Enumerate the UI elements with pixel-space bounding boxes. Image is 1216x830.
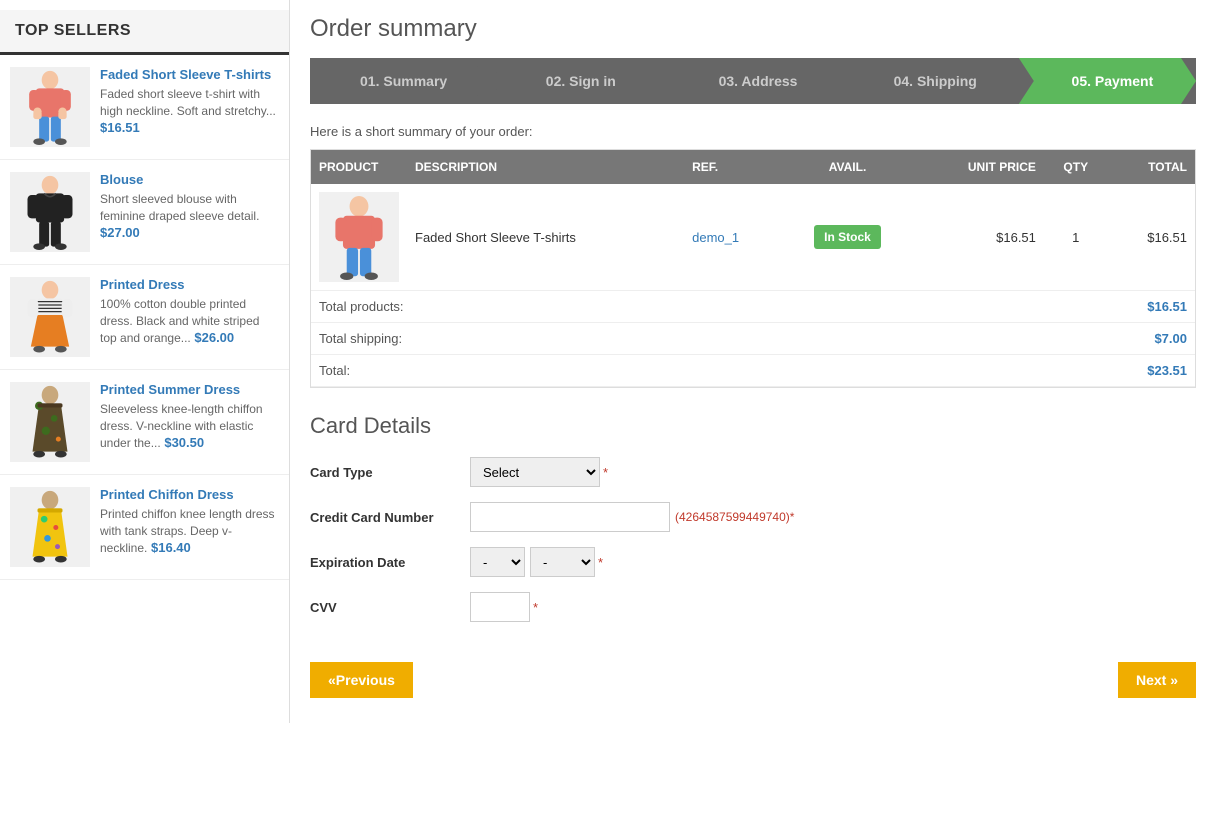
step-shipping-label: 04. Shipping [894, 73, 977, 89]
sidebar-item-info-chiffon-dress: Printed Chiffon Dress Printed chiffon kn… [100, 487, 279, 556]
sidebar-item-price-summer-dress: $30.50 [164, 435, 204, 450]
sidebar-item-printed-chiffon-dress[interactable]: Printed Chiffon Dress Printed chiffon kn… [0, 475, 289, 580]
col-total: TOTAL [1108, 150, 1195, 184]
exp-year-select[interactable]: - 2024 2025 2026 [530, 547, 595, 577]
expiration-row: Expiration Date - 01 02 03 12 - 2024 202… [310, 547, 1196, 577]
step-summary[interactable]: 01. Summary [310, 58, 487, 104]
card-type-label: Card Type [310, 465, 470, 480]
sidebar-item-desc-faded: Faded short sleeve t-shirt with high nec… [100, 87, 276, 118]
product-availability: In Stock [783, 184, 913, 291]
sidebar-item-faded-short-sleeve[interactable]: Faded Short Sleeve T-shirts Faded short … [0, 55, 289, 160]
product-ref[interactable]: demo_1 [684, 184, 783, 291]
product-unit-price: $16.51 [912, 184, 1044, 291]
sidebar-item-price-printed-dress: $26.00 [194, 330, 234, 345]
sidebar-item-price-blouse: $27.00 [100, 225, 140, 240]
sidebar-item-desc-blouse: Short sleeved blouse with feminine drape… [100, 192, 259, 223]
sidebar-item-name-chiffon-dress[interactable]: Printed Chiffon Dress [100, 487, 279, 502]
sidebar-item-name-summer-dress[interactable]: Printed Summer Dress [100, 382, 279, 397]
order-intro: Here is a short summary of your order: [310, 124, 1196, 139]
total-products-label: Total products: [311, 291, 880, 323]
total-shipping-label: Total shipping: [311, 323, 880, 355]
card-type-row: Card Type Select Visa Mastercard Amex * [310, 457, 1196, 487]
cvv-required: * [533, 600, 538, 615]
col-product: PRODUCT [311, 150, 407, 184]
exp-month-select[interactable]: - 01 02 03 12 [470, 547, 525, 577]
totals-table: Total products: $16.51 Total shipping: $… [311, 291, 1195, 387]
nav-buttons: «Previous Next » [310, 652, 1196, 708]
page-title: Order summary [310, 15, 1196, 43]
product-image-printed-dress [10, 277, 90, 357]
product-image-cell [311, 184, 407, 291]
sidebar-item-printed-summer-dress[interactable]: Printed Summer Dress Sleeveless knee-len… [0, 370, 289, 475]
step-shipping[interactable]: 04. Shipping [842, 58, 1019, 104]
product-image-summer-dress [10, 382, 90, 462]
step-sign-in-label: 02. Sign in [546, 73, 616, 89]
sidebar: TOP SELLERS Faded Short Sleeve T-shirts … [0, 0, 290, 723]
sidebar-item-blouse[interactable]: Blouse Short sleeved blouse with feminin… [0, 160, 289, 265]
col-description: DESCRIPTION [407, 150, 684, 184]
expiration-selects: - 01 02 03 12 - 2024 2025 2026 [470, 547, 595, 577]
total-row: Total: $23.51 [311, 355, 1195, 387]
credit-card-hint: (4264587599449740)* [675, 510, 794, 524]
checkout-steps: 01. Summary 02. Sign in 03. Address 04. … [310, 58, 1196, 104]
total-value: $23.51 [880, 355, 1195, 387]
card-details-title: Card Details [310, 413, 1196, 439]
credit-card-label: Credit Card Number [310, 510, 470, 525]
sidebar-item-price-faded: $16.51 [100, 120, 140, 135]
credit-card-input[interactable] [470, 502, 670, 532]
cvv-label: CVV [310, 600, 470, 615]
sidebar-item-name-blouse[interactable]: Blouse [100, 172, 279, 187]
expiration-required: * [598, 555, 603, 570]
order-table-wrapper: PRODUCT DESCRIPTION REF. AVAIL. UNIT PRI… [310, 149, 1196, 388]
main-content: Order summary 01. Summary 02. Sign in 03… [290, 0, 1216, 723]
col-avail: AVAIL. [783, 150, 913, 184]
step-payment-label: 05. Payment [1072, 73, 1154, 89]
sidebar-item-info-summer-dress: Printed Summer Dress Sleeveless knee-len… [100, 382, 279, 451]
expiration-label: Expiration Date [310, 555, 470, 570]
product-thumb [319, 192, 399, 282]
sidebar-item-price-chiffon-dress: $16.40 [151, 540, 191, 555]
step-address-label: 03. Address [719, 73, 798, 89]
sidebar-item-info-faded: Faded Short Sleeve T-shirts Faded short … [100, 67, 279, 135]
total-shipping-row: Total shipping: $7.00 [311, 323, 1195, 355]
sidebar-item-info-blouse: Blouse Short sleeved blouse with feminin… [100, 172, 279, 240]
ref-link[interactable]: demo_1 [692, 230, 739, 245]
cvv-row: CVV * [310, 592, 1196, 622]
col-ref: REF. [684, 150, 783, 184]
step-address[interactable]: 03. Address [664, 58, 841, 104]
step-sign-in[interactable]: 02. Sign in [487, 58, 664, 104]
product-image-faded [10, 67, 90, 147]
sidebar-title: TOP SELLERS [0, 10, 289, 55]
step-summary-label: 01. Summary [360, 73, 447, 89]
product-total: $16.51 [1108, 184, 1195, 291]
total-label: Total: [311, 355, 880, 387]
order-table: PRODUCT DESCRIPTION REF. AVAIL. UNIT PRI… [311, 150, 1195, 291]
sidebar-item-desc-printed-dress: 100% cotton double printed dress. Black … [100, 297, 259, 345]
col-qty: QTY [1044, 150, 1108, 184]
product-qty: 1 [1044, 184, 1108, 291]
card-details-section: Card Details Card Type Select Visa Maste… [310, 413, 1196, 622]
sidebar-item-info-printed-dress: Printed Dress 100% cotton double printed… [100, 277, 279, 346]
previous-button[interactable]: «Previous [310, 662, 413, 698]
next-button[interactable]: Next » [1118, 662, 1196, 698]
total-shipping-value: $7.00 [880, 323, 1195, 355]
product-image-blouse [10, 172, 90, 252]
in-stock-badge: In Stock [814, 225, 881, 249]
sidebar-item-name-faded[interactable]: Faded Short Sleeve T-shirts [100, 67, 279, 82]
product-description: Faded Short Sleeve T-shirts [407, 184, 684, 291]
cvv-input[interactable] [470, 592, 530, 622]
sidebar-item-printed-dress[interactable]: Printed Dress 100% cotton double printed… [0, 265, 289, 370]
sidebar-item-name-printed-dress[interactable]: Printed Dress [100, 277, 279, 292]
credit-card-row: Credit Card Number (4264587599449740)* [310, 502, 1196, 532]
card-type-required: * [603, 465, 608, 480]
col-unit-price: UNIT PRICE [912, 150, 1044, 184]
card-type-select[interactable]: Select Visa Mastercard Amex [470, 457, 600, 487]
table-row: Faded Short Sleeve T-shirts demo_1 In St… [311, 184, 1195, 291]
step-payment[interactable]: 05. Payment [1019, 58, 1196, 104]
total-products-value: $16.51 [880, 291, 1195, 323]
total-products-row: Total products: $16.51 [311, 291, 1195, 323]
product-image-chiffon-dress [10, 487, 90, 567]
